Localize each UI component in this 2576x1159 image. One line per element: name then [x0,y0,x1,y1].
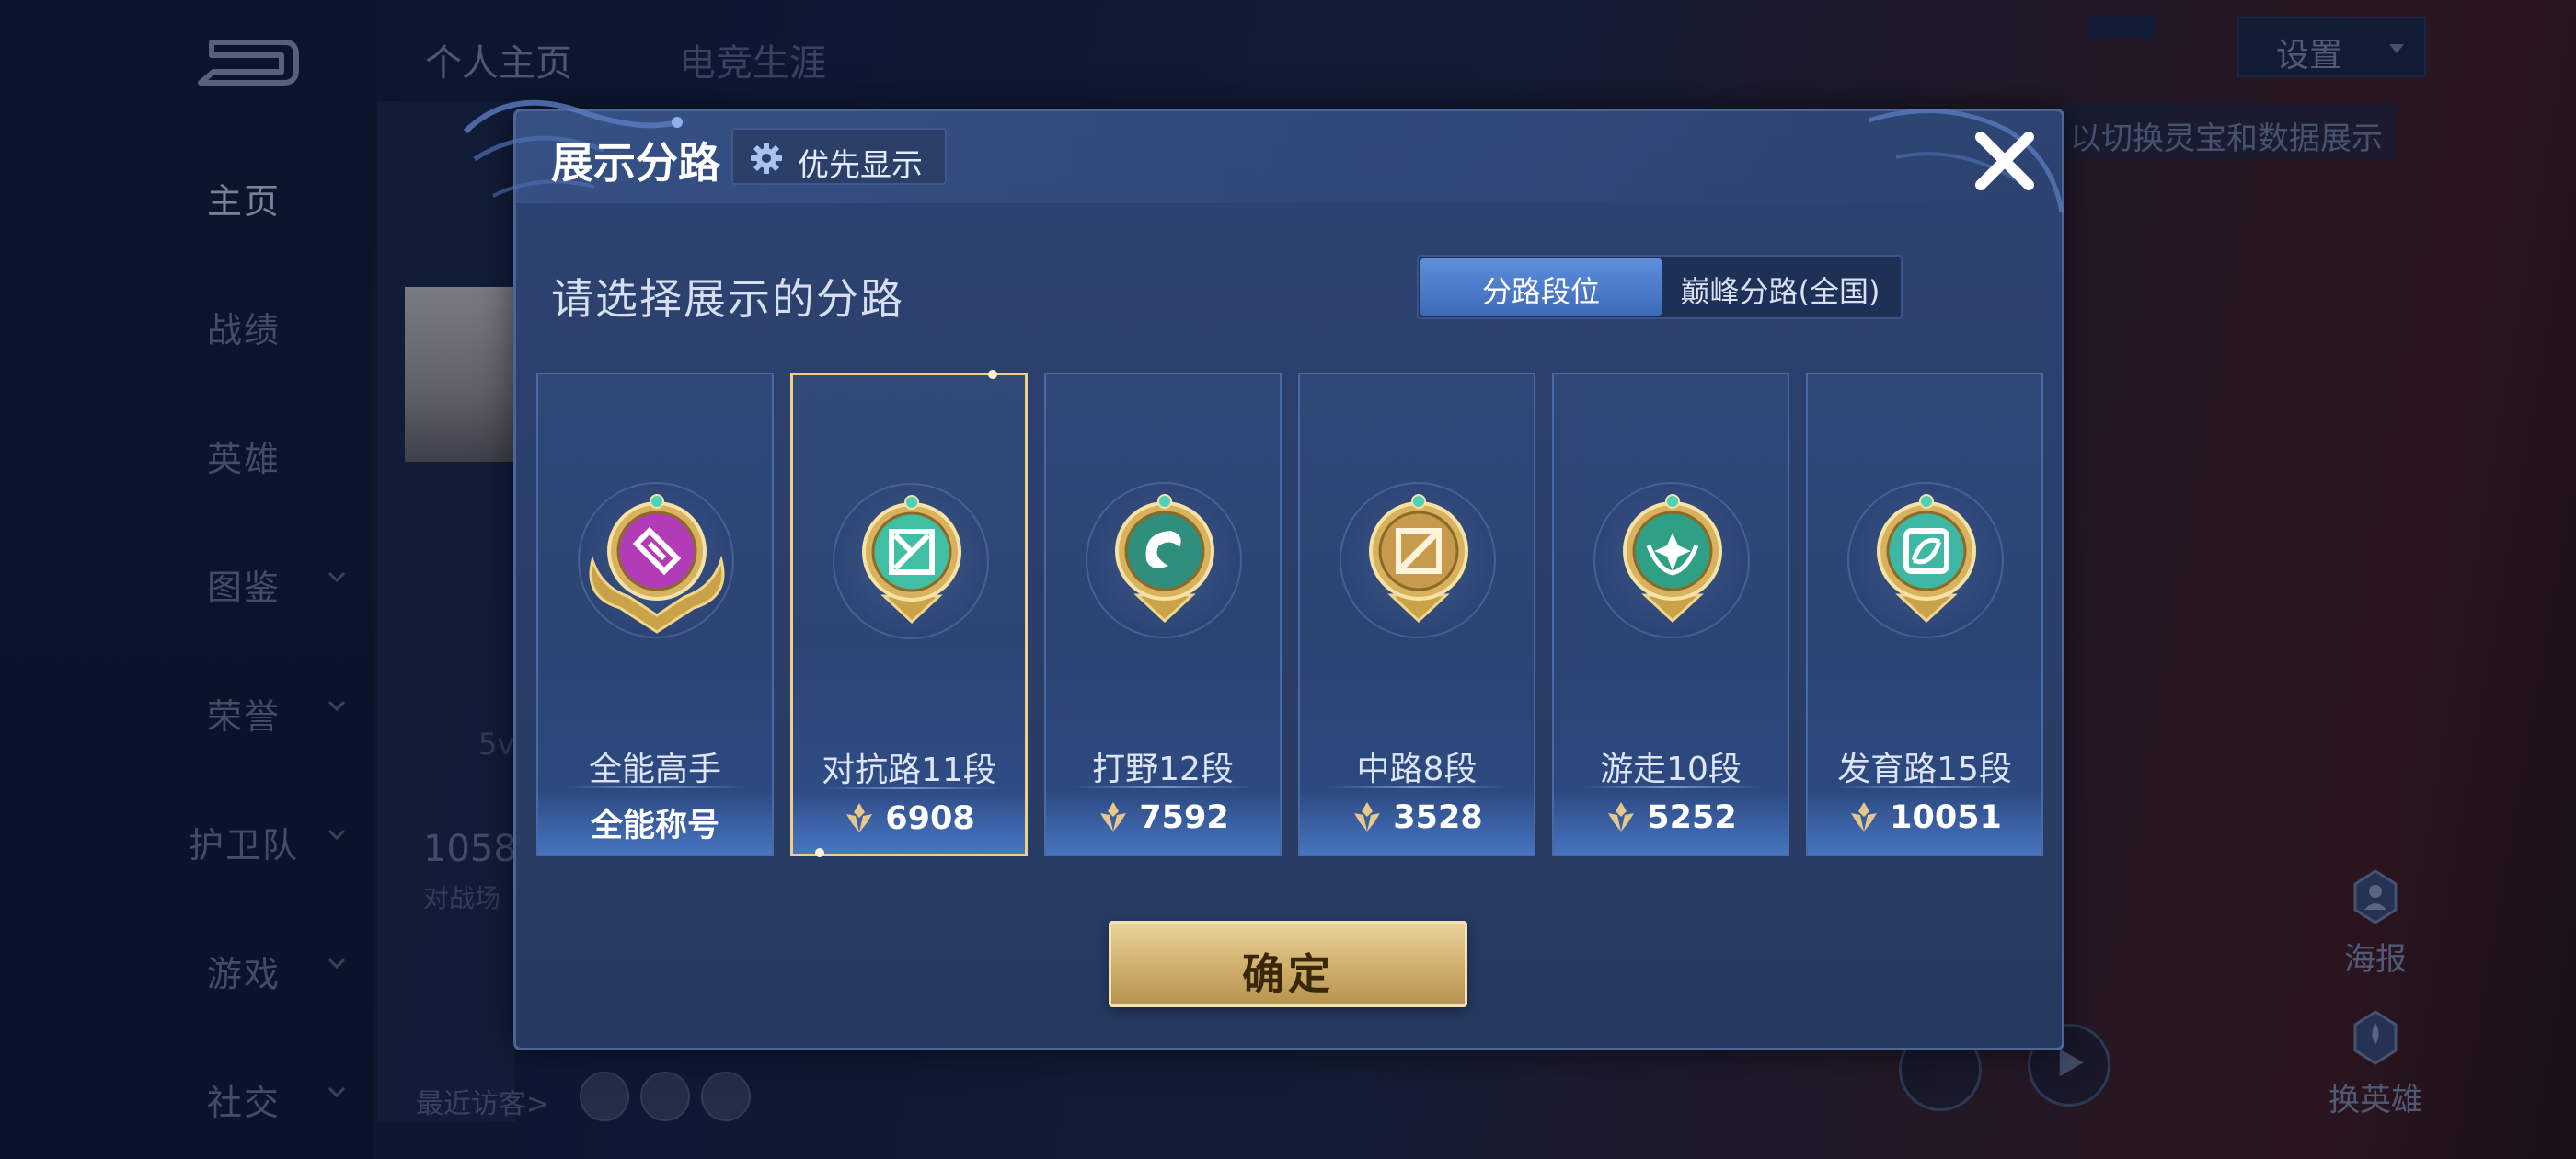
lane-score: 5252 [1554,799,1788,845]
lane-card[interactable]: 发育路15段 10051 [1806,373,2043,856]
divider [566,786,746,788]
lane-name: 对抗路11段 [822,752,996,789]
lane-card[interactable]: 中路8段 3528 [1298,373,1535,856]
lane-name: 游走10段 [1600,751,1742,788]
gear-icon [751,143,782,174]
priority-display-label: 优先显示 [798,147,923,184]
lane-score: 3528 [1300,799,1534,845]
lane-display-dialog: 展示分路 优先显示 请选择展示的分路 分路段位 巅峰分路(全国) 全能高手全能称… [463,99,2064,1050]
lane-score-value: 3528 [1393,799,1483,836]
roam-badge-icon [1623,494,1722,624]
lane-score-value: 6908 [885,800,975,837]
divider [1581,786,1762,788]
lane-name: 打野12段 [1092,751,1234,788]
lane-score-value: 全能称号 [590,808,719,844]
lane-score: 10051 [1808,799,2041,845]
lane-score-value: 5252 [1647,799,1737,836]
lane-score-value: 10051 [1890,799,2002,836]
tab-label: 巅峰分路(全国) [1680,274,1880,309]
tab-label: 分路段位 [1481,274,1600,309]
tab-peak-lane-national[interactable]: 巅峰分路(全国) [1662,258,1899,316]
score-icon [1608,802,1635,832]
allround-badge-icon [589,494,725,634]
score-icon [1354,802,1381,832]
clash-lane-badge-icon [862,495,961,625]
score-icon [846,803,873,832]
selection-marker [988,370,997,379]
divider [1328,786,1508,788]
lane-score: 6908 [793,800,1025,846]
lane-card[interactable]: 对抗路11段 6908 [790,370,1028,857]
lane-card-list: 全能高手 全能称号 对抗路11段 6908 打野12段 7592 中路8段 3528 游走10段… [536,370,2045,857]
farm-lane-badge-icon [1877,494,1976,624]
score-icon [1100,802,1127,832]
divider [1074,786,1254,788]
lane-card[interactable]: 游走10段 5252 [1552,373,1789,856]
tab-lane-rank[interactable]: 分路段位 [1420,258,1662,316]
view-toggle: 分路段位 巅峰分路(全国) [1417,255,1903,319]
lane-score-value: 7592 [1139,799,1229,836]
selection-marker [815,848,824,857]
lane-name: 发育路15段 [1837,751,2012,788]
dialog-subtitle: 请选择展示的分路 [551,274,904,324]
lane-name: 全能高手 [588,751,721,788]
dialog-title: 展示分路 [551,138,720,188]
lane-score: 全能称号 [538,799,772,845]
divider [1835,786,2016,788]
mid-lane-badge-icon [1369,494,1468,624]
jungle-badge-icon [1115,494,1214,624]
score-icon [1851,802,1878,832]
priority-display-button[interactable]: 优先显示 [731,128,947,185]
lane-card[interactable]: 打野12段 7592 [1044,373,1282,856]
lane-card[interactable]: 全能高手 全能称号 [536,373,774,856]
lane-name: 中路8段 [1356,751,1478,788]
close-icon[interactable] [1968,124,2041,198]
lane-score: 7592 [1046,799,1280,845]
confirm-label: 确定 [1242,949,1334,999]
divider [821,787,1001,789]
confirm-button[interactable]: 确定 [1109,921,1467,1007]
